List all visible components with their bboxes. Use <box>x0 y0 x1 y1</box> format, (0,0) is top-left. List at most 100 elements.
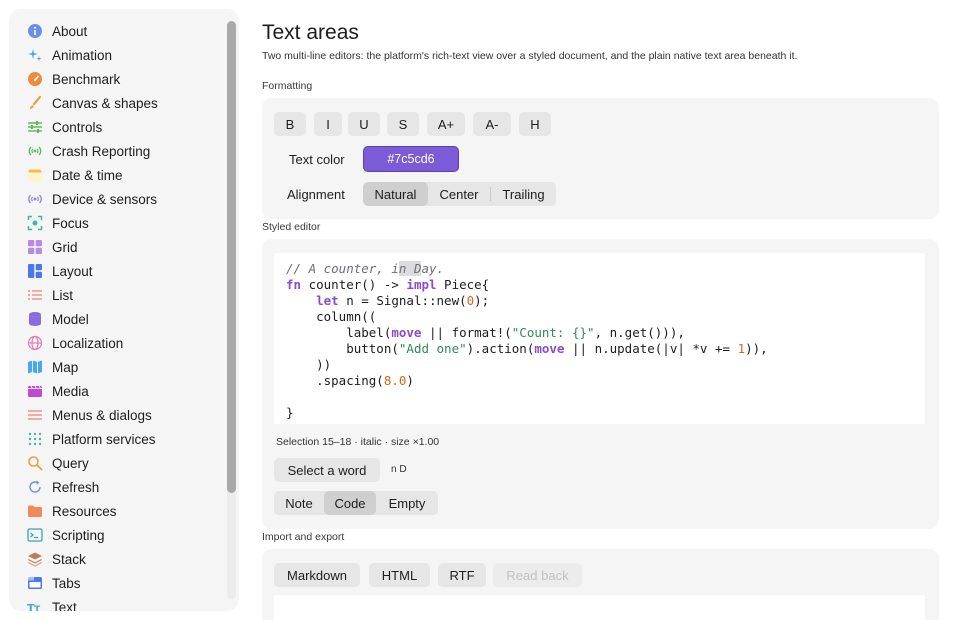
highlight-button[interactable]: H <box>519 112 551 136</box>
sidebar-item-label: Focus <box>52 215 89 231</box>
layout-icon <box>27 263 43 279</box>
sidebar-item-media[interactable]: Media <box>9 379 224 403</box>
formatting-panel: B I U S A+ A- H Text color #7c5cd6 Align… <box>262 98 939 219</box>
speedometer-icon <box>27 71 43 87</box>
text-selection: n D <box>398 261 422 276</box>
sidebar-item-list[interactable]: List <box>9 283 224 307</box>
sidebar-item-layout[interactable]: Layout <box>9 259 224 283</box>
sidebar-item-tabs[interactable]: Tabs <box>9 571 224 595</box>
film-icon <box>27 383 43 399</box>
sidebar-item-focus[interactable]: Focus <box>9 211 224 235</box>
read-back-button[interactable]: Read back <box>493 563 582 587</box>
sidebar-item-refresh[interactable]: Refresh <box>9 475 224 499</box>
sidebar-item-model[interactable]: Model <box>9 307 224 331</box>
styled-editor-panel: // A counter, in Day. fn counter() -> im… <box>262 239 939 529</box>
alignment-segmented-control: Natural Center Trailing <box>363 182 556 206</box>
sidebar-item-benchmark[interactable]: Benchmark <box>9 67 224 91</box>
sidebar-item-scripting[interactable]: Scripting <box>9 523 224 547</box>
decrease-size-button[interactable]: A- <box>473 112 511 136</box>
sidebar-item-label: Device & sensors <box>52 191 158 207</box>
markdown-button[interactable]: Markdown <box>274 563 360 587</box>
paintbrush-icon <box>27 95 43 111</box>
alignment-trailing[interactable]: Trailing <box>491 182 556 206</box>
plain-text-area[interactable] <box>274 595 925 620</box>
sidebar-item-crash-reporting[interactable]: Crash Reporting <box>9 139 224 163</box>
sidebar-item-animation[interactable]: Animation <box>9 43 224 67</box>
page-description: Two multi-line editors: the platform's r… <box>262 50 798 62</box>
main-content: Text areas Two multi-line editors: the p… <box>262 0 952 620</box>
sidebar-item-label: Media <box>52 383 89 399</box>
sidebar-list: About Animation Benchmark Canvas & shapes Co… <box>9 19 224 612</box>
code-comment: // A counter, in Day. <box>286 261 445 276</box>
stack-icon <box>27 551 43 567</box>
sidebar-item-label: List <box>52 287 74 303</box>
sidebar-item-label: Grid <box>52 239 78 255</box>
sidebar-item-controls[interactable]: Controls <box>9 115 224 139</box>
sidebar-item-canvas-and-shapes[interactable]: Canvas & shapes <box>9 91 224 115</box>
rtf-button[interactable]: RTF <box>438 563 486 587</box>
sidebar-item-label: Canvas & shapes <box>52 95 158 111</box>
bold-button[interactable]: B <box>274 112 306 136</box>
sidebar-scrollbar[interactable] <box>227 21 236 599</box>
sidebar-item-map[interactable]: Map <box>9 355 224 379</box>
database-icon <box>27 311 43 327</box>
sidebar-item-label: Stack <box>52 551 86 567</box>
sidebar: About Animation Benchmark Canvas & shapes Co… <box>9 9 239 611</box>
sidebar-item-label: Platform services <box>52 431 156 447</box>
sidebar-item-resources[interactable]: Resources <box>9 499 224 523</box>
magnifier-icon <box>27 455 43 471</box>
styled-editor-section-label: Styled editor <box>262 221 321 233</box>
sidebar-item-grid[interactable]: Grid <box>9 235 224 259</box>
italic-button[interactable]: I <box>314 112 342 136</box>
page-title: Text areas <box>262 21 359 44</box>
code-text: // A counter, in Day. fn counter() -> im… <box>286 261 768 420</box>
selection-info: Selection 15–18 · italic · size ×1.00 <box>276 436 440 448</box>
increase-size-button[interactable]: A+ <box>427 112 465 136</box>
sidebar-item-label: Date & time <box>52 167 123 183</box>
svg-text:T: T <box>34 605 41 611</box>
sidebar-item-menus-and-dialogs[interactable]: Menus & dialogs <box>9 403 224 427</box>
tabs-icon <box>27 575 43 591</box>
text-color-label: Text color <box>289 152 345 167</box>
sidebar-item-label: Model <box>52 311 89 327</box>
content-empty[interactable]: Empty <box>376 491 438 515</box>
sidebar-item-localization[interactable]: Localization <box>9 331 224 355</box>
html-button[interactable]: HTML <box>369 563 430 587</box>
menu-icon <box>27 407 43 423</box>
styled-text-editor[interactable]: // A counter, in Day. fn counter() -> im… <box>274 253 925 424</box>
select-word-button[interactable]: Select a word <box>274 458 380 482</box>
alignment-natural[interactable]: Natural <box>363 182 428 206</box>
sidebar-item-label: Benchmark <box>52 71 121 87</box>
terminal-icon <box>27 527 43 543</box>
map-icon <box>27 359 43 375</box>
sidebar-item-label: Animation <box>52 47 113 63</box>
sidebar-item-about[interactable]: About <box>9 19 224 43</box>
sidebar-item-text[interactable]: T T Text <box>9 595 224 612</box>
content-code[interactable]: Code <box>324 491 376 515</box>
sidebar-item-date-and-time[interactable]: Date & time <box>9 163 224 187</box>
sidebar-item-label: About <box>52 23 88 39</box>
sidebar-item-label: Refresh <box>52 479 100 495</box>
sidebar-item-platform-services[interactable]: Platform services <box>9 427 224 451</box>
sidebar-scroll-thumb[interactable] <box>227 21 236 493</box>
calendar-icon <box>27 167 43 183</box>
underline-button[interactable]: U <box>348 112 380 136</box>
antenna-icon <box>27 143 43 159</box>
globe-icon <box>27 335 43 351</box>
sidebar-item-query[interactable]: Query <box>9 451 224 475</box>
sidebar-item-device-and-sensors[interactable]: Device & sensors <box>9 187 224 211</box>
sidebar-item-stack[interactable]: Stack <box>9 547 224 571</box>
alignment-center[interactable]: Center <box>428 182 490 206</box>
selected-word-text: n D <box>391 464 407 475</box>
import-export-section-label: Import and export <box>262 531 345 543</box>
sidebar-item-label: Text <box>52 599 77 612</box>
content-segmented-control: Note Code Empty <box>274 491 438 515</box>
sidebar-item-label: Localization <box>52 335 124 351</box>
sensor-icon <box>27 191 43 207</box>
folder-icon <box>27 503 43 519</box>
strikethrough-button[interactable]: S <box>387 112 419 136</box>
sidebar-item-label: Layout <box>52 263 93 279</box>
text-color-picker[interactable]: #7c5cd6 <box>363 146 459 172</box>
sidebar-item-label: Controls <box>52 119 103 135</box>
content-note[interactable]: Note <box>274 491 324 515</box>
